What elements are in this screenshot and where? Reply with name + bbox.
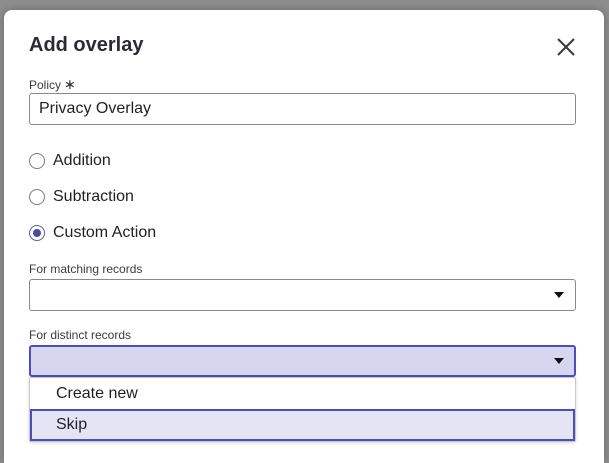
radio-addition[interactable]: Addition <box>29 150 111 172</box>
caret-down-icon <box>554 358 564 364</box>
radio-button-checked[interactable] <box>29 225 45 241</box>
caret-down-icon <box>554 292 564 298</box>
policy-input[interactable] <box>29 93 576 125</box>
option-create-new[interactable]: Create new <box>30 378 575 410</box>
distinct-records-label: For distinct records <box>29 328 132 342</box>
radio-custom-action[interactable]: Custom Action <box>29 222 156 244</box>
radio-button[interactable] <box>29 189 45 205</box>
policy-label-text: Policy <box>29 78 62 92</box>
distinct-records-dropdown: Create new Skip <box>29 377 576 442</box>
dialog-title: Add overlay <box>29 34 144 56</box>
radio-button[interactable] <box>29 153 45 169</box>
policy-label: Policy ∗ <box>29 76 76 93</box>
close-icon[interactable] <box>554 35 578 59</box>
required-icon: ∗ <box>64 76 76 92</box>
distinct-records-select[interactable] <box>29 345 576 377</box>
radio-subtraction[interactable]: Subtraction <box>29 186 134 208</box>
radio-label: Addition <box>53 152 111 169</box>
radio-label: Subtraction <box>53 188 134 205</box>
option-skip[interactable]: Skip <box>30 409 575 441</box>
matching-records-label: For matching records <box>29 262 143 276</box>
add-overlay-dialog: Add overlay Policy∗ Addition Subtraction… <box>4 10 604 463</box>
radio-label: Custom Action <box>53 224 157 241</box>
matching-records-select[interactable] <box>29 279 576 311</box>
